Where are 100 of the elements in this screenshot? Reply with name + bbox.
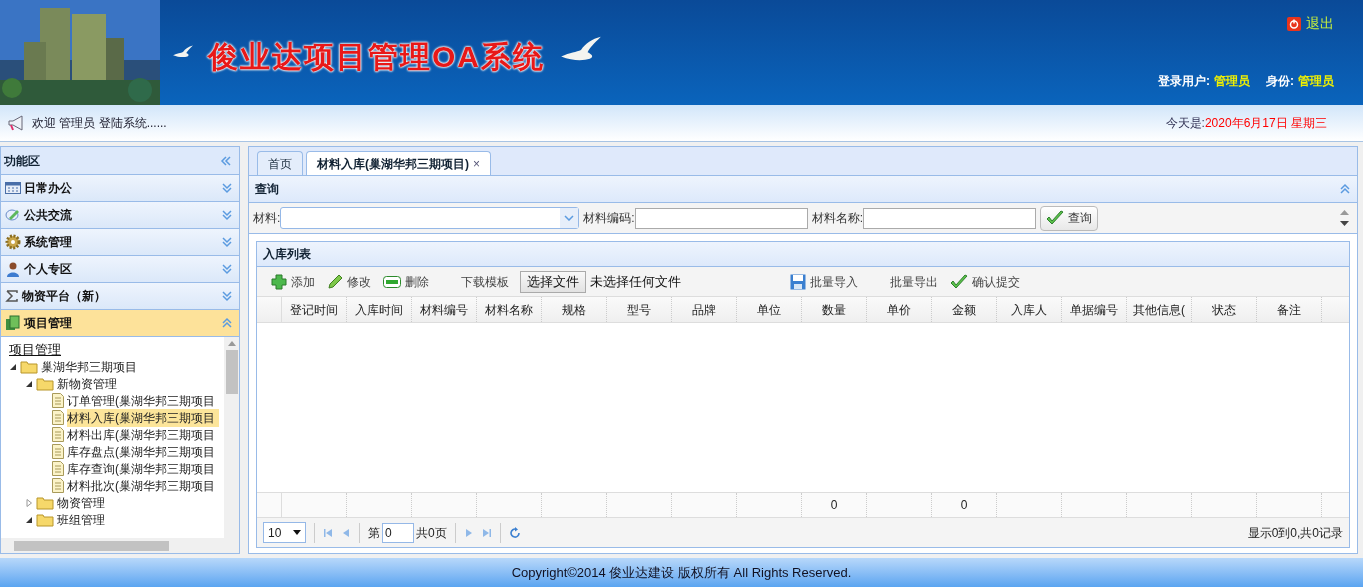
page-label: 第 bbox=[368, 524, 380, 542]
column-header[interactable]: 入库时间 bbox=[347, 297, 412, 322]
tree-item[interactable]: 材料批次(巢湖华邦三期项目 bbox=[67, 476, 219, 495]
tree-item[interactable]: 物资管理 bbox=[57, 493, 109, 512]
tree-item[interactable]: 材料出库(巢湖华邦三期项目 bbox=[67, 425, 219, 444]
expanded-arrow-icon[interactable] bbox=[25, 515, 33, 524]
field-label: 材料编码: bbox=[583, 210, 635, 227]
toolbar-button[interactable]: 修改 bbox=[324, 269, 374, 294]
plus-icon bbox=[271, 273, 287, 290]
input-field[interactable] bbox=[634, 207, 808, 229]
expand-icon[interactable] bbox=[221, 290, 233, 302]
collapsed-arrow-icon[interactable] bbox=[25, 498, 33, 507]
gear-icon bbox=[5, 234, 21, 250]
scroll-up-icon[interactable] bbox=[227, 341, 236, 346]
toolbar-button[interactable]: 下载模板 bbox=[458, 269, 512, 294]
section-label: 系统管理 bbox=[24, 234, 72, 251]
file-status: 未选择任何文件 bbox=[590, 272, 681, 291]
accordion-header[interactable]: 日常办公 bbox=[1, 175, 239, 202]
column-header[interactable]: 单据编号 bbox=[1062, 297, 1127, 322]
column-header[interactable]: 入库人 bbox=[997, 297, 1062, 322]
page-size-select[interactable]: 10 bbox=[263, 522, 306, 543]
minus-icon bbox=[383, 275, 401, 288]
logout-link[interactable]: 退出 bbox=[1306, 13, 1334, 34]
dropdown-icon[interactable] bbox=[293, 530, 301, 535]
column-header[interactable]: 品牌 bbox=[672, 297, 737, 322]
tree-item[interactable]: 班组管理 bbox=[57, 510, 109, 529]
select-field[interactable] bbox=[280, 207, 580, 229]
collapse-icon[interactable] bbox=[221, 317, 233, 329]
tree-item[interactable]: 库存盘点(巢湖华邦三期项目 bbox=[67, 442, 219, 461]
query-button[interactable]: 查询 bbox=[1040, 205, 1099, 231]
column-header[interactable]: 数量 bbox=[802, 297, 867, 322]
column-header[interactable]: 型号 bbox=[607, 297, 672, 322]
scroll-arrows-icon[interactable] bbox=[1340, 209, 1349, 227]
checkmark-icon bbox=[950, 273, 968, 290]
column-header[interactable]: 规格 bbox=[542, 297, 607, 322]
input-field[interactable] bbox=[863, 207, 1037, 229]
toolbar-button[interactable]: 批量导出 bbox=[887, 269, 941, 294]
section-label: 日常办公 bbox=[24, 180, 72, 197]
toolbar-button[interactable]: 确认提交 bbox=[947, 269, 1023, 294]
role-label: 身份: bbox=[1266, 73, 1294, 90]
expand-icon[interactable] bbox=[221, 182, 233, 194]
close-icon[interactable]: × bbox=[473, 154, 480, 173]
column-header[interactable]: 材料名称 bbox=[477, 297, 542, 322]
tab[interactable]: 材料入库(巢湖华邦三期项目) × bbox=[306, 151, 491, 175]
expand-icon[interactable] bbox=[221, 209, 233, 221]
accordion-header[interactable]: 系统管理 bbox=[1, 229, 239, 256]
previous-page-icon[interactable] bbox=[341, 527, 351, 538]
pencil-icon bbox=[327, 273, 343, 290]
next-page-icon[interactable] bbox=[463, 527, 474, 538]
tree-item[interactable]: 新物资管理 bbox=[57, 374, 121, 393]
first-page-icon[interactable] bbox=[323, 527, 333, 538]
column-header[interactable]: 金额 bbox=[932, 297, 997, 322]
scrollbar-thumb[interactable] bbox=[14, 540, 169, 551]
scrollbar[interactable] bbox=[1, 538, 239, 553]
books-icon bbox=[5, 315, 21, 331]
document-icon bbox=[52, 444, 64, 459]
pencil-bubble-icon bbox=[5, 207, 21, 223]
collapse-icon[interactable] bbox=[1339, 183, 1351, 195]
choose-file-button[interactable]: 选择文件 bbox=[520, 270, 586, 293]
field-label: 材料: bbox=[253, 210, 281, 227]
accordion-header[interactable]: 个人专区 bbox=[1, 256, 239, 283]
toolbar-button[interactable]: 添加 bbox=[268, 269, 318, 294]
column-header[interactable]: 单价 bbox=[867, 297, 932, 322]
expanded-arrow-icon[interactable] bbox=[9, 362, 17, 371]
date-label: 今天是: bbox=[1165, 115, 1205, 132]
tree-item[interactable]: 库存查询(巢湖华邦三期项目 bbox=[67, 459, 219, 478]
collapse-icon[interactable] bbox=[220, 154, 232, 167]
tree-title[interactable]: 项目管理 bbox=[9, 341, 224, 358]
section-label: 公共交流 bbox=[24, 207, 72, 224]
tree-item[interactable]: 巢湖华邦三期项目 bbox=[41, 357, 141, 376]
scrollbar-thumb[interactable] bbox=[225, 350, 238, 394]
scrollbar[interactable] bbox=[224, 337, 239, 538]
column-header[interactable]: 备注 bbox=[1257, 297, 1322, 322]
tree-item[interactable]: 订单管理(巢湖华邦三期项目 bbox=[67, 391, 219, 410]
toolbar-button[interactable]: 批量导入 bbox=[787, 269, 861, 294]
expand-icon[interactable] bbox=[221, 263, 233, 275]
panel-title: 入库列表 bbox=[263, 246, 311, 263]
page-input[interactable]: 0 bbox=[382, 522, 414, 543]
column-header[interactable]: 其他信息( bbox=[1127, 297, 1192, 322]
last-page-icon[interactable] bbox=[481, 527, 492, 538]
column-header[interactable]: 登记时间 bbox=[282, 297, 347, 322]
user-name: 管理员 bbox=[1214, 73, 1250, 90]
field-label: 材料名称: bbox=[811, 210, 864, 227]
panel-title: 查询 bbox=[255, 181, 279, 198]
folder-icon bbox=[36, 512, 54, 527]
expand-icon[interactable] bbox=[221, 236, 233, 248]
refresh-icon[interactable] bbox=[508, 526, 521, 539]
column-header[interactable]: 材料编号 bbox=[412, 297, 477, 322]
tab[interactable]: 首页 bbox=[257, 151, 303, 175]
toolbar-button[interactable]: 删除 bbox=[380, 269, 432, 294]
checkmark-icon bbox=[1046, 210, 1065, 226]
total-pages: 共0页 bbox=[416, 524, 447, 542]
accordion-header[interactable]: 物资平台（新） bbox=[1, 283, 239, 310]
column-header[interactable]: 单位 bbox=[737, 297, 802, 322]
column-header[interactable]: 状态 bbox=[1192, 297, 1257, 322]
tree-item[interactable]: 材料入库(巢湖华邦三期项目 bbox=[67, 408, 219, 427]
expanded-arrow-icon[interactable] bbox=[25, 379, 33, 388]
accordion-header[interactable]: 公共交流 bbox=[1, 202, 239, 229]
calendar-icon bbox=[5, 181, 21, 195]
accordion-header[interactable]: 项目管理 bbox=[1, 310, 239, 337]
